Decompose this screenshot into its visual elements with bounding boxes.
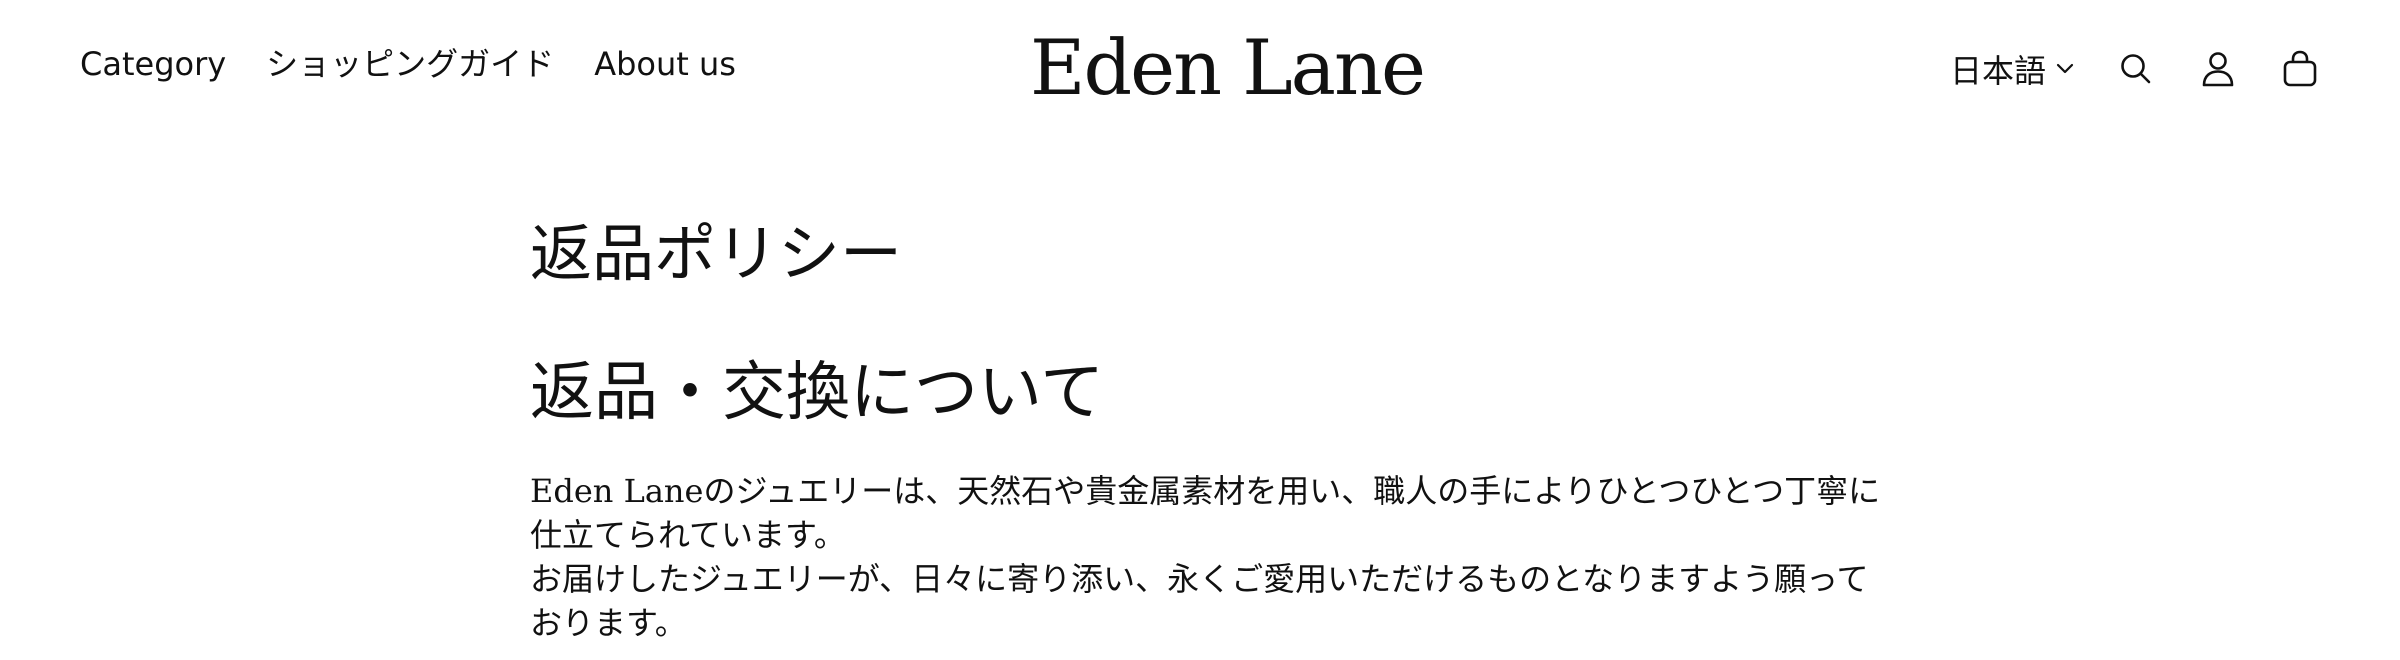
site-header: Category ショッピングガイド About us Eden Lane 日本…: [0, 0, 2400, 150]
main-content: 返品ポリシー 返品・交換について Eden Laneのジュエリーは、天然石や貴金…: [530, 217, 1890, 645]
language-selector[interactable]: 日本語: [1950, 46, 2074, 92]
chevron-down-icon: [2056, 63, 2074, 75]
search-button[interactable]: [2116, 49, 2156, 89]
policy-text: Eden Laneのジュエリーは、天然石や貴金属素材を用い、職人の手によりひとつ…: [530, 469, 1890, 645]
policy-paragraph: お届けしたジュエリーが、日々に寄り添い、永くご愛用いただけるものとなりますよう願…: [530, 559, 1869, 642]
policy-paragraph: Eden Laneのジュエリーは、天然石や貴金属素材を用い、職人の手によりひとつ…: [530, 471, 1881, 554]
shopping-bag-icon: [2282, 50, 2318, 88]
search-icon: [2119, 52, 2153, 86]
nav-link-about-us[interactable]: About us: [594, 48, 736, 80]
cart-button[interactable]: [2280, 49, 2320, 89]
header-actions: 日本語: [1950, 46, 2320, 92]
account-button[interactable]: [2198, 49, 2238, 89]
user-icon: [2201, 51, 2235, 87]
nav-link-shopping-guide[interactable]: ショッピングガイド: [266, 48, 554, 80]
language-label: 日本語: [1949, 52, 2046, 90]
nav-link-category[interactable]: Category: [80, 48, 226, 80]
section-heading: 返品・交換について: [530, 356, 1105, 431]
main-navigation: Category ショッピングガイド About us: [80, 48, 736, 80]
site-logo[interactable]: Eden Lane: [1030, 30, 1426, 106]
page-title: 返品ポリシー: [530, 217, 903, 290]
